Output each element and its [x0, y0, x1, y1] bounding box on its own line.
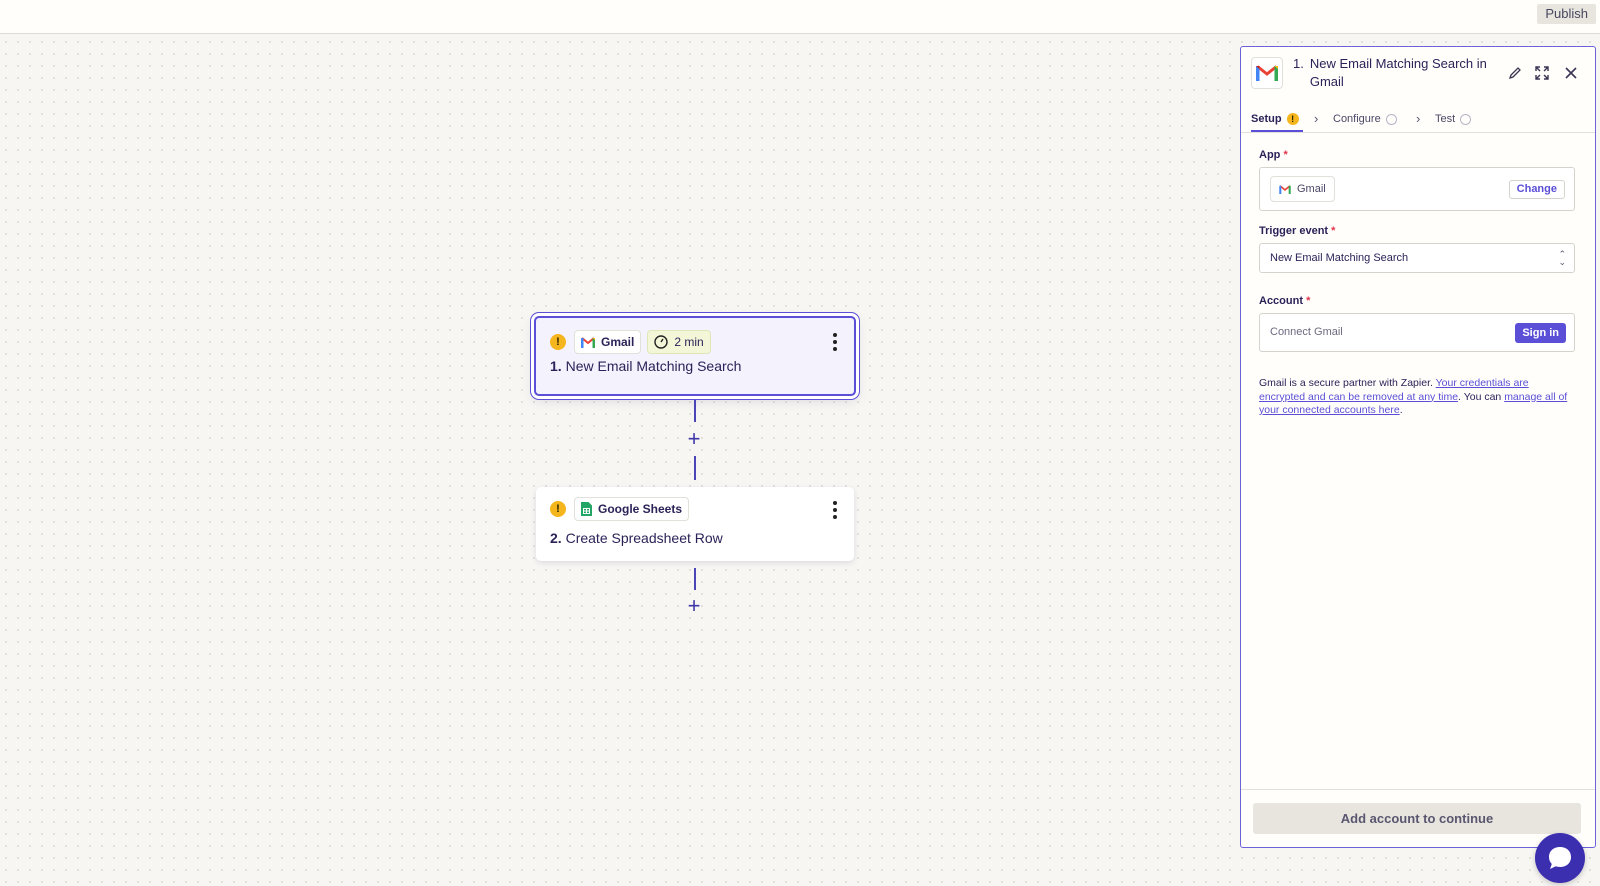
app-field-label: App *	[1259, 149, 1288, 161]
trigger-event-value: New Email Matching Search	[1270, 252, 1409, 264]
step-title: 2. Create Spreadsheet Row	[550, 530, 723, 546]
more-options-icon[interactable]	[832, 501, 838, 519]
tab-setup[interactable]: Setup !	[1251, 109, 1299, 129]
gmail-icon	[581, 336, 595, 348]
app-chip-label: Google Sheets	[598, 502, 683, 516]
panel-step-number: 1.	[1293, 56, 1304, 71]
gmail-icon	[1279, 184, 1291, 194]
step-card-1[interactable]: ! Gmail 2 min 1. New Email Matching Sear…	[534, 316, 856, 396]
add-step-icon[interactable]: +	[686, 595, 702, 617]
panel-header: 1. New Email Matching Search in Gmail	[1241, 47, 1595, 103]
expand-icon[interactable]	[1534, 65, 1550, 81]
panel-title: 1. New Email Matching Search in Gmail	[1293, 55, 1503, 91]
trigger-field-label: Trigger event *	[1259, 225, 1336, 237]
google-sheets-icon	[581, 502, 592, 516]
gmail-icon	[1256, 65, 1278, 81]
warning-icon: !	[550, 501, 566, 517]
sign-in-button[interactable]: Sign in	[1515, 323, 1566, 343]
tab-test[interactable]: Test	[1435, 109, 1472, 129]
step-number: 1.	[550, 358, 562, 374]
selected-app-chip: Gmail	[1270, 176, 1335, 202]
active-tab-indicator	[1251, 130, 1303, 132]
selected-app-label: Gmail	[1297, 183, 1326, 195]
add-step-icon[interactable]: +	[686, 428, 702, 450]
trigger-event-select[interactable]: New Email Matching Search ⌃ ⌄	[1259, 243, 1575, 273]
top-bar: Publish	[0, 0, 1600, 34]
time-badge: 2 min	[647, 330, 711, 354]
app-tile	[1251, 57, 1283, 89]
more-options-icon[interactable]	[832, 333, 838, 351]
chevron-right-icon: ›	[1314, 111, 1319, 126]
step-title-text: New Email Matching Search	[565, 358, 742, 374]
panel-tabs: Setup ! › Configure › Test	[1241, 103, 1595, 133]
security-note: Gmail is a secure partner with Zapier. Y…	[1259, 377, 1568, 416]
step-card-2[interactable]: ! Google Sheets 2. Create Spreadsheet Ro…	[536, 487, 854, 561]
chat-icon	[1549, 847, 1571, 869]
step-setup-panel: 1. New Email Matching Search in Gmail Se…	[1240, 46, 1596, 848]
account-placeholder: Connect Gmail	[1270, 326, 1343, 338]
step-title: 1. New Email Matching Search	[550, 358, 741, 374]
pending-icon	[1385, 113, 1397, 125]
tab-label: Setup	[1251, 113, 1282, 125]
account-field[interactable]: Connect Gmail Sign in	[1259, 313, 1575, 352]
edit-icon[interactable]	[1507, 65, 1523, 81]
connector-line	[694, 456, 696, 480]
chevron-right-icon: ›	[1416, 111, 1421, 126]
select-arrows-icon: ⌃ ⌄	[1558, 249, 1566, 267]
app-field: Gmail Change	[1259, 167, 1575, 211]
tab-label: Configure	[1333, 113, 1381, 125]
pending-icon	[1460, 113, 1472, 125]
clock-icon	[654, 335, 669, 349]
change-app-button[interactable]: Change	[1508, 180, 1565, 199]
panel-footer: Add account to continue	[1241, 789, 1595, 847]
app-chip: Gmail	[574, 330, 642, 354]
connector-line	[694, 400, 696, 422]
step-number: 2.	[550, 530, 562, 546]
warning-icon: !	[550, 334, 566, 350]
time-badge-label: 2 min	[674, 335, 704, 349]
chat-button[interactable]	[1535, 833, 1585, 883]
step-title-text: Create Spreadsheet Row	[565, 530, 723, 546]
panel-title-text: New Email Matching Search in Gmail	[1309, 56, 1487, 89]
app-chip: Google Sheets	[574, 497, 690, 521]
account-field-label: Account *	[1259, 295, 1311, 307]
tab-configure[interactable]: Configure	[1333, 109, 1397, 129]
continue-button[interactable]: Add account to continue	[1253, 803, 1581, 834]
tab-label: Test	[1435, 113, 1456, 125]
warning-icon: !	[1286, 113, 1299, 125]
close-icon[interactable]	[1563, 65, 1579, 81]
publish-button[interactable]: Publish	[1537, 4, 1596, 24]
app-chip-label: Gmail	[601, 335, 635, 349]
connector-line	[694, 568, 696, 590]
